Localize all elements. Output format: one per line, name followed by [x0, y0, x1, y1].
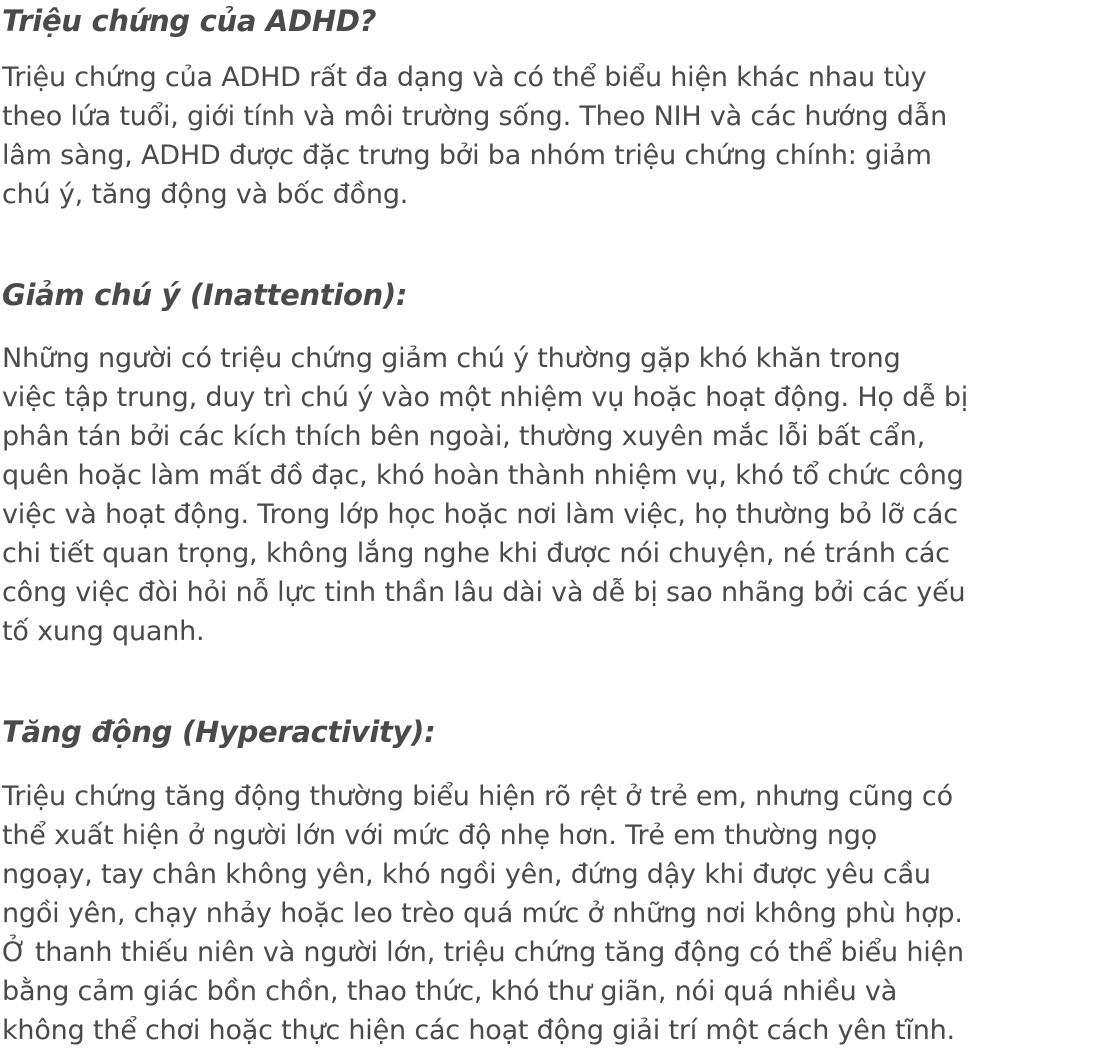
- text-line: quên hoặc làm mất đồ đạc, khó hoàn thành…: [2, 460, 964, 491]
- text-line: chi tiết quan trọng, không lắng nghe khi…: [2, 538, 950, 569]
- section-paragraph: Triệu chứng tăng động thường biểu hiện r…: [2, 777, 964, 1050]
- text-line: công việc đòi hỏi nỗ lực tinh thần lâu d…: [2, 577, 966, 608]
- text-line: theo lứa tuổi, giới tính và môi trường s…: [2, 101, 948, 132]
- text-line: thể xuất hiện ở người lớn với mức độ nhẹ…: [2, 820, 878, 851]
- section-heading: Triệu chứng của ADHD?: [2, 4, 377, 38]
- section-heading: Giảm chú ý (Inattention):: [2, 278, 408, 312]
- text-line: Triệu chứng của ADHD rất đa dạng và có t…: [2, 62, 927, 93]
- text-line: bằng cảm giác bồn chồn, thao thức, khó t…: [2, 976, 898, 1007]
- text-line: chú ý, tăng động và bốc đồng.: [2, 179, 409, 210]
- text-line: việc tập trung, duy trì chú ý vào một nh…: [2, 382, 969, 413]
- text-line: lâm sàng, ADHD được đặc trưng bởi ba nhó…: [2, 140, 932, 171]
- section-paragraph: Những người có triệu chứng giảm chú ý th…: [2, 339, 968, 651]
- text-line: tố xung quanh.: [2, 616, 205, 647]
- text-line: Triệu chứng tăng động thường biểu hiện r…: [2, 781, 953, 812]
- text-line: Những người có triệu chứng giảm chú ý th…: [2, 343, 901, 374]
- text-line: Ở thanh thiếu niên và người lớn, triệu c…: [2, 937, 964, 968]
- text-line: không thể chơi hoặc thực hiện các hoạt đ…: [2, 1015, 955, 1046]
- section-paragraph: Triệu chứng của ADHD rất đa dạng và có t…: [2, 58, 947, 214]
- text-line: ngồi yên, chạy nhảy hoặc leo trèo quá mứ…: [2, 898, 963, 929]
- text-line: việc và hoạt động. Trong lớp học hoặc nơ…: [2, 499, 958, 530]
- text-line: phân tán bởi các kích thích bên ngoài, t…: [2, 421, 925, 452]
- section-heading: Tăng động (Hyperactivity):: [2, 715, 436, 749]
- text-line: ngoạy, tay chân không yên, khó ngồi yên,…: [2, 859, 931, 890]
